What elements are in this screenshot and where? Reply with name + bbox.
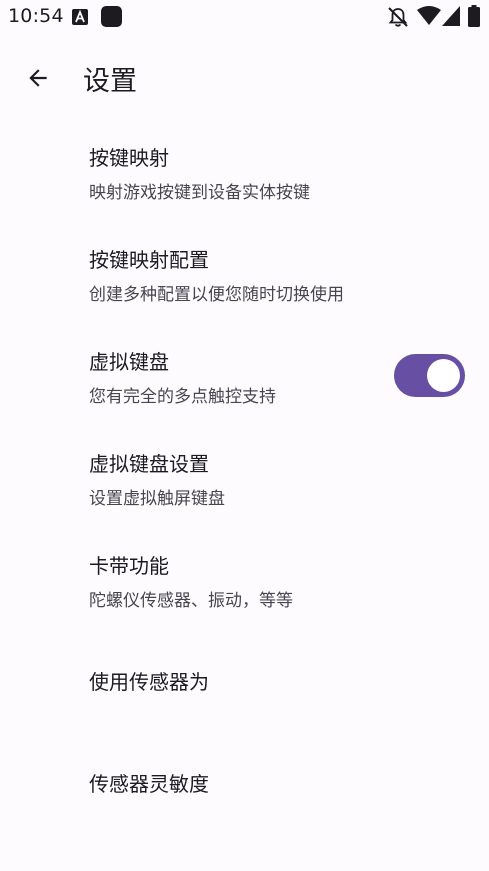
toggle-thumb [427,359,460,392]
setting-subtitle: 创建多种配置以便您随时切换使用 [89,285,344,305]
setting-title: 使用传感器为 [89,670,209,694]
app-a-icon [72,9,88,25]
virtual-keyboard-toggle[interactable] [394,354,465,397]
battery-icon [468,5,480,27]
setting-title: 卡带功能 [89,554,169,578]
wifi-icon [417,6,441,25]
setting-cartridge-features[interactable]: 卡带功能 陀螺仪传感器、振动，等等 [0,532,489,628]
setting-subtitle: 映射游戏按键到设备实体按键 [89,183,310,203]
setting-title: 按键映射配置 [89,248,209,272]
setting-key-mapping[interactable]: 按键映射 映射游戏按键到设备实体按键 [0,124,489,220]
cell-signal-icon [442,6,460,26]
setting-title: 按键映射 [89,146,169,170]
status-time: 10:54 [8,5,64,27]
app-square-icon [101,6,122,27]
back-arrow-icon [29,69,47,87]
setting-virtual-keyboard-settings[interactable]: 虚拟键盘设置 设置虚拟触屏键盘 [0,430,489,526]
setting-subtitle: 您有完全的多点触控支持 [89,387,276,407]
setting-title: 传感器灵敏度 [89,772,209,796]
app-bar: 设置 [0,44,489,110]
setting-title: 虚拟键盘设置 [89,452,209,476]
setting-key-mapping-config[interactable]: 按键映射配置 创建多种配置以便您随时切换使用 [0,226,489,322]
setting-subtitle: 陀螺仪传感器、振动，等等 [89,591,293,611]
setting-subtitle: 设置虚拟触屏键盘 [89,489,225,509]
notifications-off-icon [388,7,408,27]
page-title: 设置 [83,66,137,97]
setting-sensor-sensitivity[interactable]: 传感器灵敏度 [0,738,489,834]
status-bar: 10:54 [0,0,489,34]
back-button[interactable] [18,58,58,98]
setting-use-sensor-as[interactable]: 使用传感器为 [0,636,489,732]
setting-title: 虚拟键盘 [89,350,169,374]
